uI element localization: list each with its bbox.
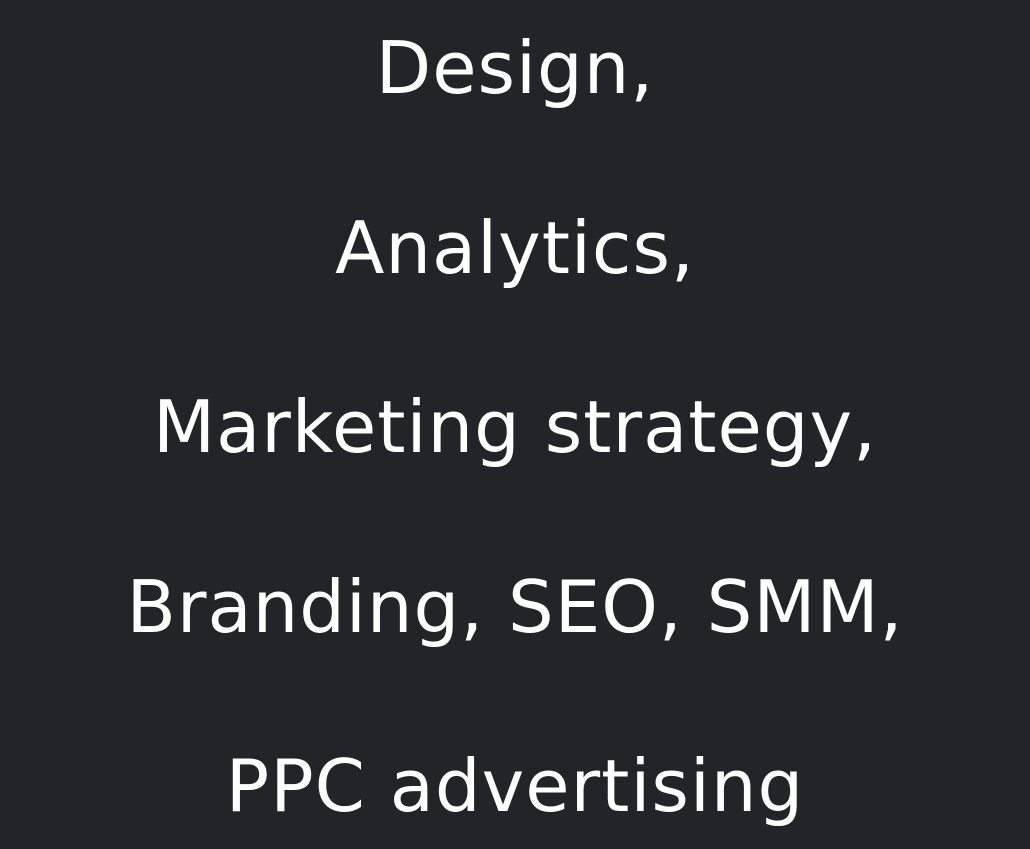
- service-design: Design,: [375, 26, 655, 110]
- services-list: Design, Analytics, Marketing strategy, B…: [0, 0, 1030, 849]
- service-ppc-advertising: PPC advertising: [225, 744, 805, 828]
- service-marketing-strategy: Marketing strategy,: [153, 385, 877, 469]
- service-branding-seo-smm: Branding, SEO, SMM,: [126, 565, 904, 649]
- service-analytics: Analytics,: [335, 206, 695, 290]
